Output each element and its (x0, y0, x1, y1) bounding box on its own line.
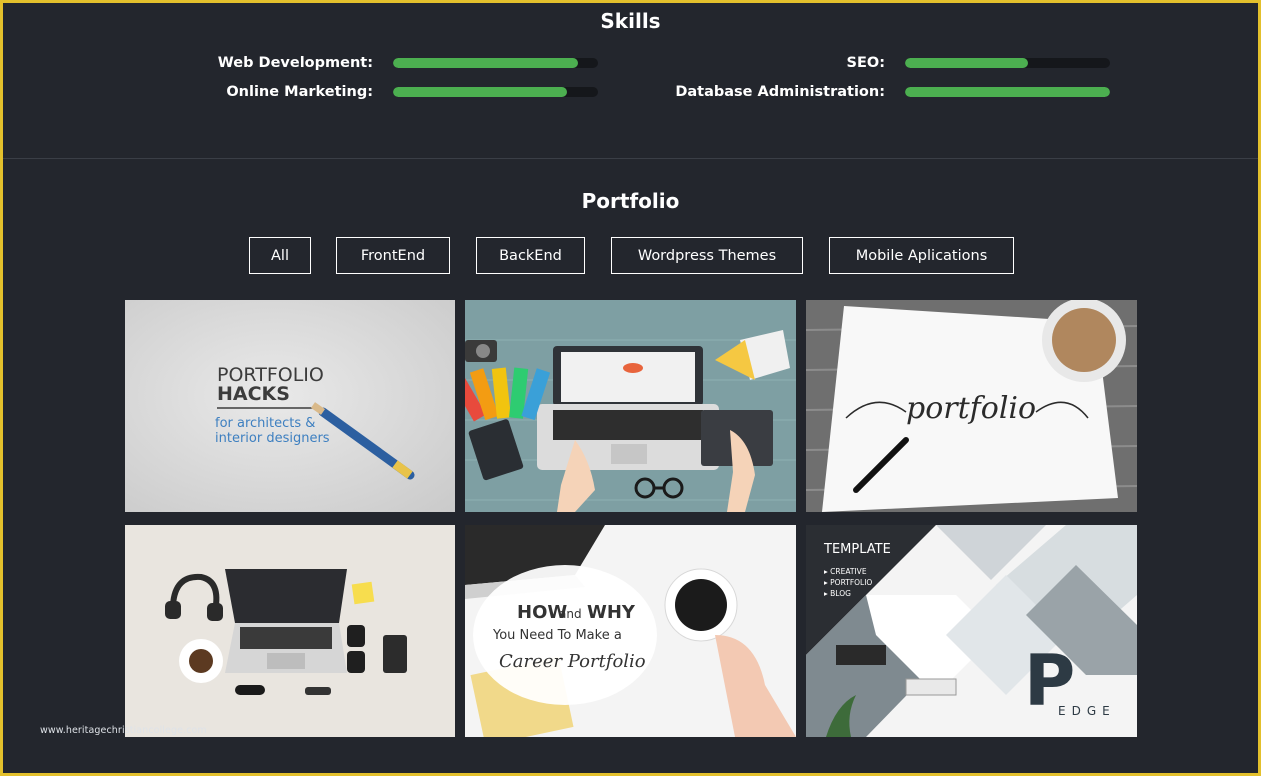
skill-database-administration: Database Administration: (3, 82, 885, 102)
filter-all-button[interactable]: All (249, 237, 311, 274)
skill-bar-fill (905, 87, 1110, 97)
tile-text: Career Portfolio (499, 651, 646, 672)
flash-drive-icon (305, 687, 331, 695)
skill-bar-seo (905, 58, 1110, 68)
tile-text: TEMPLATE (823, 542, 891, 557)
tile-text: WHY (587, 602, 636, 623)
tile-menu-label: BLOG (830, 589, 851, 598)
tile-menu-label: PORTFOLIO (830, 578, 872, 587)
tile-menu-item: ▸ BLOG (824, 589, 851, 598)
camera-icon (465, 340, 497, 362)
coffee-cup-icon (179, 639, 223, 683)
section-divider (3, 158, 1258, 159)
filter-frontend-button[interactable]: FrontEnd (336, 237, 450, 274)
sticky-note-icon (351, 581, 375, 605)
skill-bar-fill (905, 58, 1028, 68)
coffee-cup-icon (1042, 300, 1126, 382)
watermark: www.heritagechristiancollege.com (40, 725, 207, 736)
portfolio-item-script[interactable]: portfolio (806, 300, 1137, 512)
portfolio-item-hacks[interactable]: PORTFOLIO HACKS for architects & interio… (125, 300, 455, 512)
portfolio-item-template[interactable]: TEMPLATE ▸ CREATIVE ▸ PORTFOLIO ▸ BLOG P… (806, 525, 1137, 737)
logo-wordmark: EDGE (1058, 704, 1116, 718)
portfolio-title: Portfolio (581, 189, 680, 213)
page-frame: Skills Web Development: SEO: Online Mark… (3, 3, 1258, 773)
tile-text: HACKS (217, 383, 290, 405)
portfolio-item-career[interactable]: HOW and WHY You Need To Make a Career Po… (465, 525, 796, 737)
laptop-icon (537, 346, 719, 470)
tile-text: You Need To Make a (492, 628, 622, 643)
skill-bar-database-administration (905, 87, 1110, 97)
tile-menu-label: CREATIVE (830, 567, 867, 576)
tile-text: interior designers (215, 431, 330, 446)
portfolio-item-workspace[interactable] (125, 525, 455, 737)
filter-backend-button[interactable]: BackEnd (476, 237, 585, 274)
skill-seo: SEO: (3, 53, 885, 73)
tile-menu-item: ▸ CREATIVE (824, 567, 867, 576)
filter-mobile-aplications-button[interactable]: Mobile Aplications (829, 237, 1014, 274)
portfolio-item-designer-desk[interactable] (465, 300, 796, 512)
filter-wordpress-themes-button[interactable]: Wordpress Themes (611, 237, 803, 274)
tile-text: and (559, 607, 582, 621)
laptop-icon (225, 569, 347, 673)
phone-icon (383, 635, 407, 673)
skill-label: Database Administration: (675, 84, 885, 100)
tile-script-text: portfolio (906, 391, 1036, 426)
skill-label: SEO: (846, 55, 885, 71)
tile-text: for architects & (215, 416, 315, 431)
tile-menu-item: ▸ PORTFOLIO (824, 578, 872, 587)
skills-title: Skills (600, 9, 661, 33)
usb-icon (235, 685, 265, 695)
coffee-cup-icon (664, 568, 738, 642)
